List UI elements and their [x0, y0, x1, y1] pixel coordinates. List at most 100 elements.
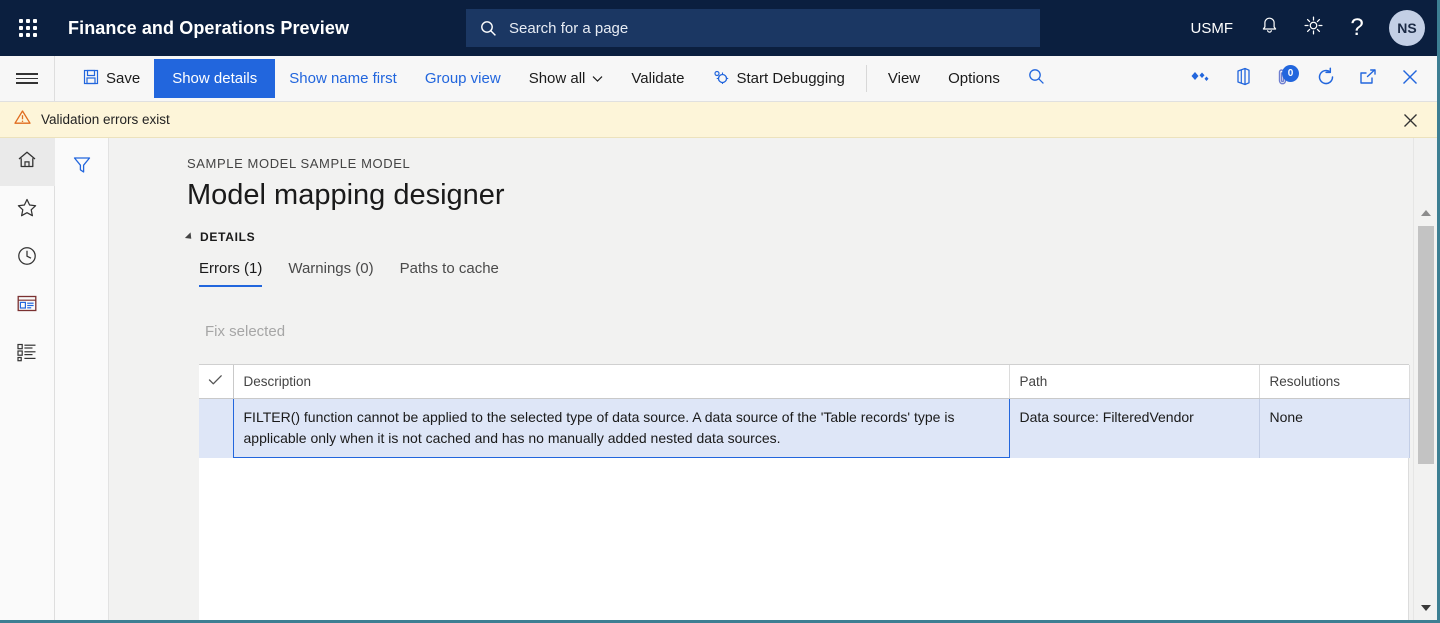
star-icon: [16, 197, 38, 223]
row-select-cell[interactable]: [199, 399, 233, 458]
details-tab-strip: Errors (1) Warnings (0) Paths to cache: [187, 260, 1437, 287]
search-input[interactable]: [509, 20, 1026, 37]
workspace-icon: [16, 294, 38, 318]
company-selector[interactable]: USMF: [1177, 20, 1248, 37]
toolbar-separator: [866, 65, 867, 92]
grid-empty-area: [199, 458, 1409, 623]
search-icon: [480, 20, 497, 37]
office-integration-button[interactable]: [1221, 56, 1263, 102]
validate-button[interactable]: Validate: [617, 56, 698, 101]
open-in-new-window-button[interactable]: [1347, 56, 1389, 102]
help-button[interactable]: ?: [1335, 0, 1379, 56]
app-title: Finance and Operations Preview: [68, 18, 349, 39]
debug-icon: [712, 69, 729, 89]
validation-message-bar: Validation errors exist: [0, 102, 1437, 138]
page-body: SAMPLE MODEL SAMPLE MODEL Model mapping …: [0, 138, 1437, 623]
top-bar-right-actions: USMF: [1177, 0, 1438, 56]
global-search-box[interactable]: [466, 9, 1040, 47]
view-menu-button[interactable]: View: [874, 56, 934, 101]
start-debugging-button[interactable]: Start Debugging: [698, 56, 858, 101]
close-page-button[interactable]: [1389, 56, 1431, 102]
content-scrollbar[interactable]: [1413, 138, 1437, 623]
page-title: Model mapping designer: [187, 179, 1437, 212]
show-all-dropdown[interactable]: Show all: [515, 56, 618, 101]
scroll-down-button[interactable]: [1414, 599, 1437, 617]
cell-path[interactable]: Data source: FilteredVendor: [1009, 399, 1259, 458]
diamond-cluster-icon: [1189, 69, 1211, 90]
column-header-description[interactable]: Description: [233, 365, 1009, 399]
show-details-button[interactable]: Show details: [154, 59, 275, 98]
app-launcher-button[interactable]: [0, 0, 56, 56]
external-link-icon: [1358, 68, 1378, 91]
sidebar-item-workspaces[interactable]: [0, 282, 55, 330]
breadcrumb: SAMPLE MODEL SAMPLE MODEL: [187, 156, 1437, 171]
details-section-header[interactable]: DETAILS: [187, 230, 1437, 244]
cell-description[interactable]: FILTER() function cannot be applied to t…: [233, 399, 1009, 458]
select-all-checkbox[interactable]: [199, 365, 233, 399]
funnel-icon: [71, 163, 93, 180]
warning-triangle-icon: [14, 109, 31, 130]
table-row[interactable]: FILTER() function cannot be applied to t…: [199, 399, 1409, 458]
tab-errors[interactable]: Errors (1): [199, 260, 262, 287]
toolbar-right-actions: 0: [1179, 56, 1437, 102]
user-avatar[interactable]: NS: [1389, 10, 1425, 46]
hamburger-icon: [16, 70, 38, 87]
save-disk-icon: [83, 69, 99, 89]
application-window: Finance and Operations Preview USMF: [0, 0, 1440, 623]
save-label: Save: [106, 70, 140, 87]
column-header-path[interactable]: Path: [1009, 365, 1259, 399]
notifications-button[interactable]: [1247, 0, 1291, 56]
office-icon: [1234, 67, 1251, 91]
clock-icon: [16, 245, 38, 272]
show-all-label: Show all: [529, 70, 586, 87]
settings-button[interactable]: [1291, 0, 1335, 56]
chevron-down-icon: [592, 70, 603, 87]
scroll-up-button[interactable]: [1414, 204, 1437, 222]
bell-icon: [1260, 16, 1279, 41]
sidebar-item-home[interactable]: [0, 138, 55, 186]
main-content: SAMPLE MODEL SAMPLE MODEL Model mapping …: [109, 138, 1437, 623]
fix-selected-button[interactable]: Fix selected: [199, 319, 291, 344]
checkmark-icon: [208, 374, 223, 389]
sidebar-item-recent[interactable]: [0, 234, 55, 282]
group-view-button[interactable]: Group view: [411, 56, 515, 101]
sidebar-item-modules[interactable]: [0, 330, 55, 378]
show-name-first-button[interactable]: Show name first: [275, 56, 411, 101]
waffle-icon: [19, 19, 37, 37]
tab-paths-to-cache[interactable]: Paths to cache: [400, 260, 499, 287]
column-header-resolutions[interactable]: Resolutions: [1259, 365, 1409, 399]
command-toolbar: Save Show details Show name first Group …: [0, 56, 1437, 102]
errors-grid: Description Path Resolutions FILTER() fu…: [199, 364, 1409, 623]
question-mark-icon: ?: [1350, 16, 1363, 40]
navigation-rail: [0, 138, 55, 623]
caret-up-icon: [1421, 210, 1431, 216]
power-bi-button[interactable]: [1179, 56, 1221, 102]
refresh-button[interactable]: [1305, 56, 1347, 102]
module-list-icon: [16, 342, 38, 367]
sidebar-item-favorites[interactable]: [0, 186, 55, 234]
gear-icon: [1303, 15, 1324, 41]
dismiss-message-button[interactable]: [1393, 102, 1427, 138]
attachments-button[interactable]: 0: [1263, 56, 1305, 102]
toolbar-search-button[interactable]: [1014, 56, 1059, 101]
caret-down-icon: [1421, 605, 1431, 611]
grid-header-row: Description Path Resolutions: [199, 365, 1409, 399]
details-section-label: DETAILS: [200, 230, 255, 244]
home-icon: [16, 149, 38, 175]
filter-button[interactable]: [71, 154, 93, 623]
tab-warnings[interactable]: Warnings (0): [288, 260, 373, 287]
collapse-caret-icon: [185, 232, 194, 241]
attachment-count-badge: 0: [1282, 65, 1299, 82]
search-icon: [1028, 68, 1045, 89]
top-navigation-bar: Finance and Operations Preview USMF: [0, 0, 1437, 56]
filter-rail: [55, 138, 109, 623]
options-menu-button[interactable]: Options: [934, 56, 1014, 101]
cell-resolutions[interactable]: None: [1259, 399, 1409, 458]
refresh-icon: [1316, 67, 1336, 92]
scrollbar-thumb[interactable]: [1418, 226, 1434, 464]
toolbar-buttons: Save Show details Show name first Group …: [55, 56, 1059, 101]
start-debugging-label: Start Debugging: [736, 70, 844, 87]
save-button[interactable]: Save: [69, 56, 154, 101]
navigation-menu-button[interactable]: [0, 56, 55, 101]
close-icon: [1401, 68, 1419, 91]
